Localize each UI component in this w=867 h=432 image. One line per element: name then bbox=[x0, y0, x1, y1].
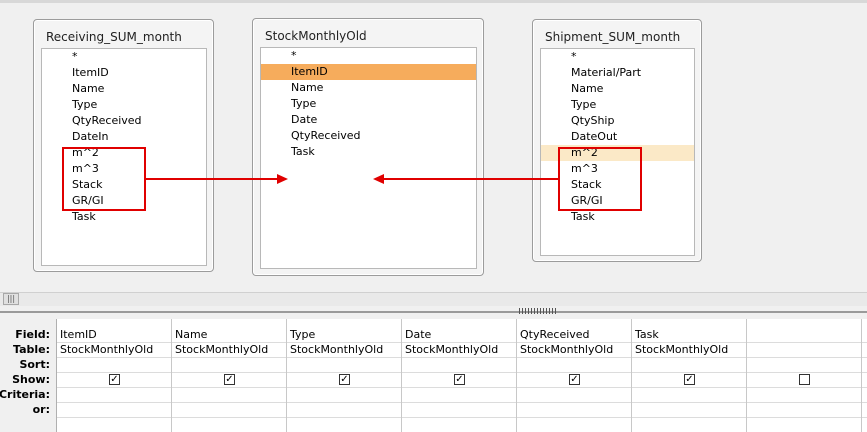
field-star[interactable]: * bbox=[261, 48, 476, 64]
table-cell[interactable]: StockMonthlyOld bbox=[517, 342, 631, 357]
grid-column[interactable]: Date StockMonthlyOld ✓ bbox=[402, 319, 517, 432]
table-cell[interactable]: StockMonthlyOld bbox=[287, 342, 401, 357]
field-cell[interactable]: Date bbox=[402, 327, 516, 342]
row-label-sort: Sort: bbox=[19, 358, 50, 371]
row-label-criteria: Criteria: bbox=[0, 388, 50, 401]
show-checkbox[interactable]: ✓ bbox=[569, 374, 580, 385]
table-cell[interactable] bbox=[747, 342, 861, 357]
field-cell[interactable] bbox=[747, 327, 861, 342]
field-name[interactable]: Name bbox=[541, 81, 694, 97]
pane-splitter[interactable] bbox=[0, 311, 867, 313]
field-material-part[interactable]: Material/Part bbox=[541, 65, 694, 81]
show-checkbox[interactable]: ✓ bbox=[109, 374, 120, 385]
field-cell[interactable]: ItemID bbox=[57, 327, 171, 342]
field-itemid-selected[interactable]: ItemID bbox=[261, 64, 476, 80]
annotation-box-right bbox=[558, 147, 642, 211]
field-name[interactable]: Name bbox=[42, 81, 206, 97]
field-datein[interactable]: DateIn bbox=[42, 129, 206, 145]
table-cell[interactable]: StockMonthlyOld bbox=[57, 342, 171, 357]
table-cell[interactable]: StockMonthlyOld bbox=[172, 342, 286, 357]
field-date[interactable]: Date bbox=[261, 112, 476, 128]
field-task[interactable]: Task bbox=[541, 209, 694, 225]
scroll-thumb-icon[interactable]: ||| bbox=[3, 293, 19, 305]
field-qtyship[interactable]: QtyShip bbox=[541, 113, 694, 129]
field-star[interactable]: * bbox=[42, 49, 206, 65]
grid-column[interactable]: ItemID StockMonthlyOld ✓ bbox=[57, 319, 172, 432]
field-list[interactable]: * ItemID Name Type Date QtyReceived Task bbox=[260, 47, 477, 269]
field-cell[interactable]: Type bbox=[287, 327, 401, 342]
field-cell[interactable]: Name bbox=[172, 327, 286, 342]
row-label-field: Field: bbox=[15, 328, 50, 341]
row-label-or: or: bbox=[32, 403, 50, 416]
annotation-box-left bbox=[62, 147, 146, 211]
row-label-table: Table: bbox=[12, 343, 50, 356]
show-checkbox[interactable]: ✓ bbox=[339, 374, 350, 385]
show-checkbox[interactable]: ✓ bbox=[454, 374, 465, 385]
table-receiving-sum-month[interactable]: Receiving_SUM_month * ItemID Name Type Q… bbox=[33, 19, 214, 272]
show-checkbox[interactable]: ✓ bbox=[224, 374, 235, 385]
table-title[interactable]: Receiving_SUM_month bbox=[46, 30, 182, 44]
field-type[interactable]: Type bbox=[541, 97, 694, 113]
grid-column[interactable]: Task StockMonthlyOld ✓ bbox=[632, 319, 747, 432]
grid-row-labels: Field: Table: Sort: Show: Criteria: or: bbox=[0, 319, 57, 432]
field-dateout[interactable]: DateOut bbox=[541, 129, 694, 145]
grid-column[interactable]: Type StockMonthlyOld ✓ bbox=[287, 319, 402, 432]
field-type[interactable]: Type bbox=[261, 96, 476, 112]
table-cell[interactable]: StockMonthlyOld bbox=[402, 342, 516, 357]
table-title[interactable]: Shipment_SUM_month bbox=[545, 30, 680, 44]
field-qtyreceived[interactable]: QtyReceived bbox=[42, 113, 206, 129]
field-type[interactable]: Type bbox=[42, 97, 206, 113]
splitter-grip-icon[interactable] bbox=[519, 308, 557, 314]
show-checkbox[interactable]: ✓ bbox=[684, 374, 695, 385]
table-stockmonthlyold[interactable]: StockMonthlyOld * ItemID Name Type Date … bbox=[252, 18, 484, 276]
grid-column-empty[interactable] bbox=[747, 319, 862, 432]
horizontal-scrollbar[interactable] bbox=[0, 292, 867, 306]
table-title[interactable]: StockMonthlyOld bbox=[265, 29, 367, 43]
field-cell[interactable]: Task bbox=[632, 327, 746, 342]
grid-column[interactable]: Name StockMonthlyOld ✓ bbox=[172, 319, 287, 432]
show-checkbox[interactable] bbox=[799, 374, 810, 385]
field-itemid[interactable]: ItemID bbox=[42, 65, 206, 81]
field-task[interactable]: Task bbox=[42, 209, 206, 225]
table-shipment-sum-month[interactable]: Shipment_SUM_month * Material/Part Name … bbox=[532, 19, 702, 262]
field-task[interactable]: Task bbox=[261, 144, 476, 160]
table-cell[interactable]: StockMonthlyOld bbox=[632, 342, 746, 357]
row-label-show: Show: bbox=[12, 373, 50, 386]
field-star[interactable]: * bbox=[541, 49, 694, 65]
grid-column[interactable]: QtyReceived StockMonthlyOld ✓ bbox=[517, 319, 632, 432]
field-qtyreceived[interactable]: QtyReceived bbox=[261, 128, 476, 144]
field-name[interactable]: Name bbox=[261, 80, 476, 96]
field-cell[interactable]: QtyReceived bbox=[517, 327, 631, 342]
